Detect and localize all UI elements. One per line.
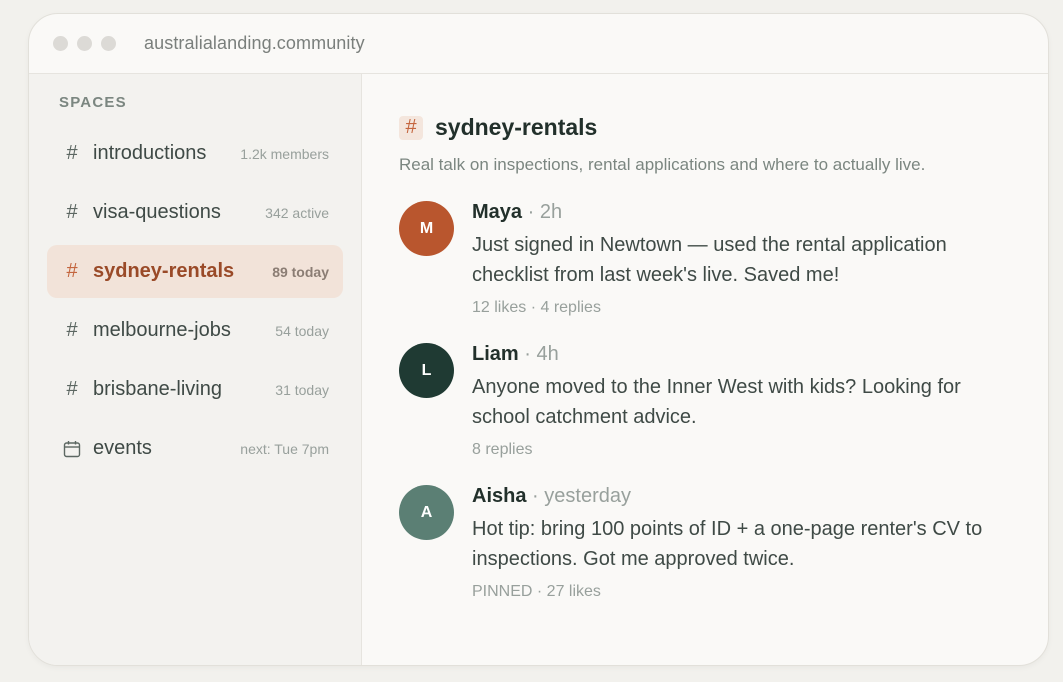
hash-icon: # bbox=[66, 201, 78, 223]
post-stats[interactable]: 8 replies bbox=[472, 441, 1012, 459]
sidebar-item-meta: 342 active bbox=[265, 204, 329, 221]
post-author[interactable]: Liam bbox=[472, 343, 519, 365]
minimize-window-dot[interactable] bbox=[77, 36, 92, 51]
channel-description: Real talk on inspections, rental applica… bbox=[399, 155, 926, 174]
post-stats[interactable]: 12 likes · 4 replies bbox=[472, 299, 1012, 317]
maximize-window-dot[interactable] bbox=[101, 36, 116, 51]
post: L Liam · 4h Anyone moved to the Inner We… bbox=[399, 343, 1012, 459]
sidebar: SPACES # introductions 1.2k members # vi… bbox=[29, 74, 362, 665]
sidebar-item-visa-questions[interactable]: # visa-questions 342 active bbox=[47, 186, 343, 239]
sidebar-item-sydney-rentals[interactable]: # sydney-rentals 89 today bbox=[47, 245, 343, 298]
channel-title: sydney-rentals bbox=[435, 114, 598, 140]
sidebar-item-label: events bbox=[93, 437, 152, 459]
post: A Aisha · yesterday Hot tip: bring 100 p… bbox=[399, 485, 1012, 601]
sidebar-item-label: introductions bbox=[93, 142, 207, 164]
calendar-icon bbox=[61, 439, 83, 459]
avatar[interactable]: L bbox=[399, 343, 454, 398]
browser-window: australialanding.community SPACES # intr… bbox=[28, 13, 1049, 666]
window-controls bbox=[53, 36, 116, 51]
sidebar-item-meta: 31 today bbox=[275, 381, 329, 398]
post-text: Hot tip: bring 100 points of ID + a one-… bbox=[472, 518, 983, 570]
address-bar-url[interactable]: australialanding.community bbox=[144, 33, 365, 54]
spaces-section-label: SPACES bbox=[59, 94, 127, 111]
post-author[interactable]: Maya bbox=[472, 201, 522, 223]
post-text: Just signed in Newtown — used the rental… bbox=[472, 234, 947, 286]
post-time: 2h bbox=[539, 201, 563, 223]
sidebar-item-meta: 54 today bbox=[275, 322, 329, 339]
sidebar-item-melbourne-jobs[interactable]: # melbourne-jobs 54 today bbox=[47, 304, 343, 357]
post: M Maya · 2h Just signed in Newtown — use… bbox=[399, 201, 1012, 317]
post-time: 4h bbox=[536, 343, 559, 365]
sidebar-item-meta: 89 today bbox=[272, 263, 329, 280]
post-time: yesterday bbox=[544, 485, 631, 507]
sidebar-item-label: brisbane-living bbox=[93, 378, 222, 400]
hash-icon: # bbox=[66, 260, 78, 282]
sidebar-item-meta: next: Tue 7pm bbox=[240, 440, 329, 457]
sidebar-item-events[interactable]: events next: Tue 7pm bbox=[47, 422, 343, 475]
avatar[interactable]: A bbox=[399, 485, 454, 540]
post-stats[interactable]: PINNED · 27 likes bbox=[472, 583, 1012, 601]
sidebar-item-label: melbourne-jobs bbox=[93, 319, 231, 341]
sidebar-item-brisbane-living[interactable]: # brisbane-living 31 today bbox=[47, 363, 343, 416]
close-window-dot[interactable] bbox=[53, 36, 68, 51]
hash-icon: # bbox=[66, 142, 78, 164]
channel-feed: # sydney-rentals Real talk on inspection… bbox=[362, 74, 1048, 665]
post-text: Anyone moved to the Inner West with kids… bbox=[472, 376, 961, 428]
hash-icon: # bbox=[66, 378, 78, 400]
avatar[interactable]: M bbox=[399, 201, 454, 256]
sidebar-item-label: sydney-rentals bbox=[93, 260, 235, 282]
title-bar: australialanding.community bbox=[29, 14, 1048, 74]
sidebar-item-meta: 1.2k members bbox=[240, 145, 329, 162]
hash-icon: # bbox=[66, 319, 78, 341]
sidebar-item-label: visa-questions bbox=[93, 201, 221, 223]
channel-header: # sydney-rentals bbox=[399, 114, 1012, 141]
post-author[interactable]: Aisha bbox=[472, 485, 526, 507]
hash-icon: # bbox=[399, 115, 423, 140]
sidebar-item-introductions[interactable]: # introductions 1.2k members bbox=[47, 127, 343, 180]
